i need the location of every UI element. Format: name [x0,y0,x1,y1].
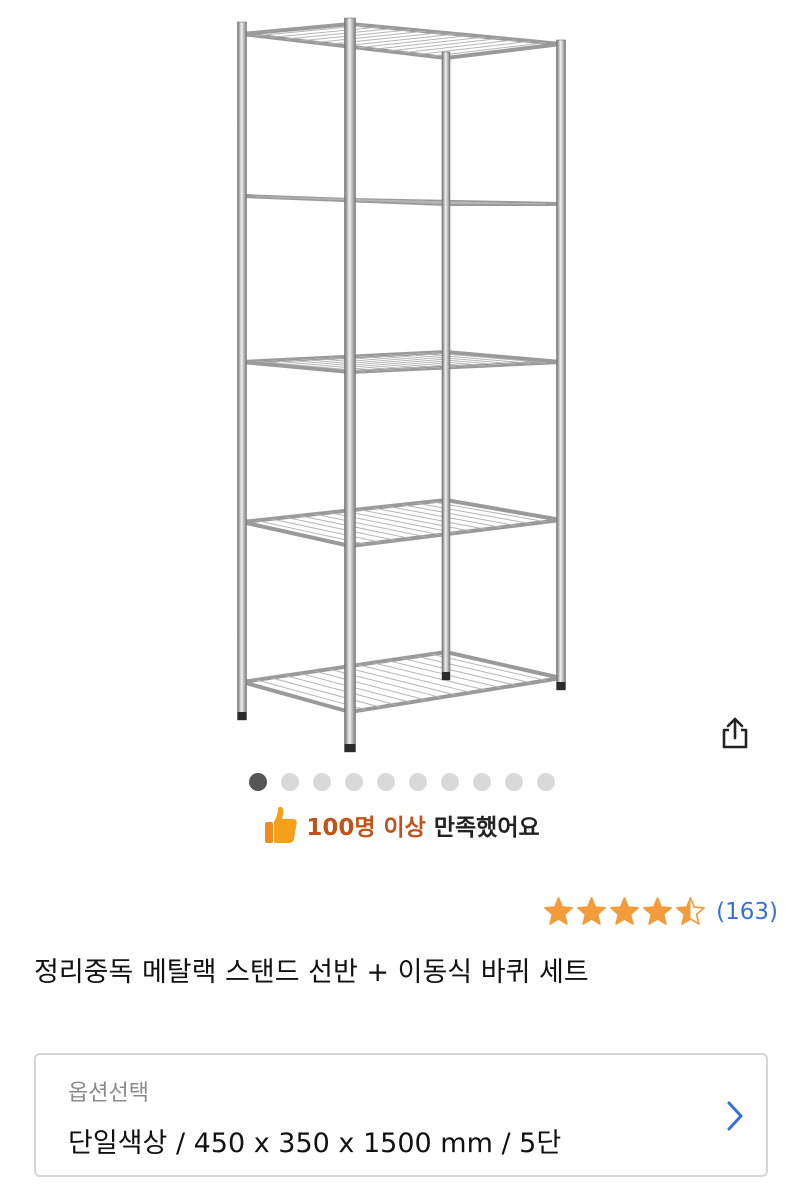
carousel-dot[interactable] [441,773,459,791]
star-icon [544,897,574,925]
rack-foot [442,672,450,680]
carousel-dot[interactable] [313,773,331,791]
rating-summary[interactable]: (163) [543,896,778,927]
option-value: 단일색상 / 450 x 350 x 1500 mm / 5단 [68,1128,562,1159]
satisfaction-banner: 100명 이상 만족했어요 [0,806,804,844]
share-button[interactable] [712,710,758,756]
shelf-wire [358,508,471,532]
shelf-wire [343,33,456,47]
satisfaction-count: 100명 이상 [306,815,426,841]
carousel-dots [0,773,804,791]
shelf-wire [314,513,426,538]
carousel-dot[interactable] [505,773,523,791]
share-icon [722,717,748,749]
shelf-wire [373,507,486,530]
thumbs-up-icon [265,806,298,843]
carousel-dot[interactable] [473,773,491,791]
product-title: 정리중독 메탈랙 스탠드 선반 + 이동식 바퀴 세트 [34,957,589,988]
star-icon [577,897,607,925]
rack-shelf [241,21,562,61]
carousel-dot[interactable] [377,773,395,791]
rack-pole [237,21,247,721]
rack-pole [556,39,566,691]
shelf-wire [358,34,471,49]
rack-foot [344,744,356,752]
rack-pole [441,51,451,681]
shelf-wire [373,355,486,367]
carousel-dot[interactable] [409,773,427,791]
shelf-wire [373,36,486,50]
carousel-dot[interactable] [281,773,299,791]
shelf-wire [343,666,456,696]
shelf-wire [314,30,426,44]
shelf-wire [343,510,456,534]
shelf-wire [373,662,486,691]
star-icon [643,897,673,925]
review-count-link[interactable]: (163) [716,899,778,925]
satisfaction-text: 만족했어요 [433,815,540,841]
shelf-wire [271,677,381,708]
product-image[interactable] [200,0,600,770]
rack-foot [237,712,247,720]
carousel-dot[interactable] [249,773,267,791]
shelf-wire [387,37,501,52]
rack-pole [344,17,356,753]
metal-rack-illustration [237,17,566,753]
chevron-right-icon [727,1101,743,1131]
carousel-dot[interactable] [345,773,363,791]
shelf-wire [358,664,471,694]
shelf-wire [358,355,471,367]
star-icon [676,897,706,925]
star-rating [543,896,706,927]
carousel-dot[interactable] [537,773,555,791]
shelf-wire [314,357,426,369]
shelf-wire [314,670,426,701]
star-icon [610,897,640,925]
rack-shelf [241,649,562,715]
rack-foot [556,682,566,690]
option-label: 옵션선택 [68,1081,149,1106]
option-select[interactable]: 옵션선택 단일색상 / 450 x 350 x 1500 mm / 5단 [34,1053,768,1177]
shelf-wire [343,356,456,368]
